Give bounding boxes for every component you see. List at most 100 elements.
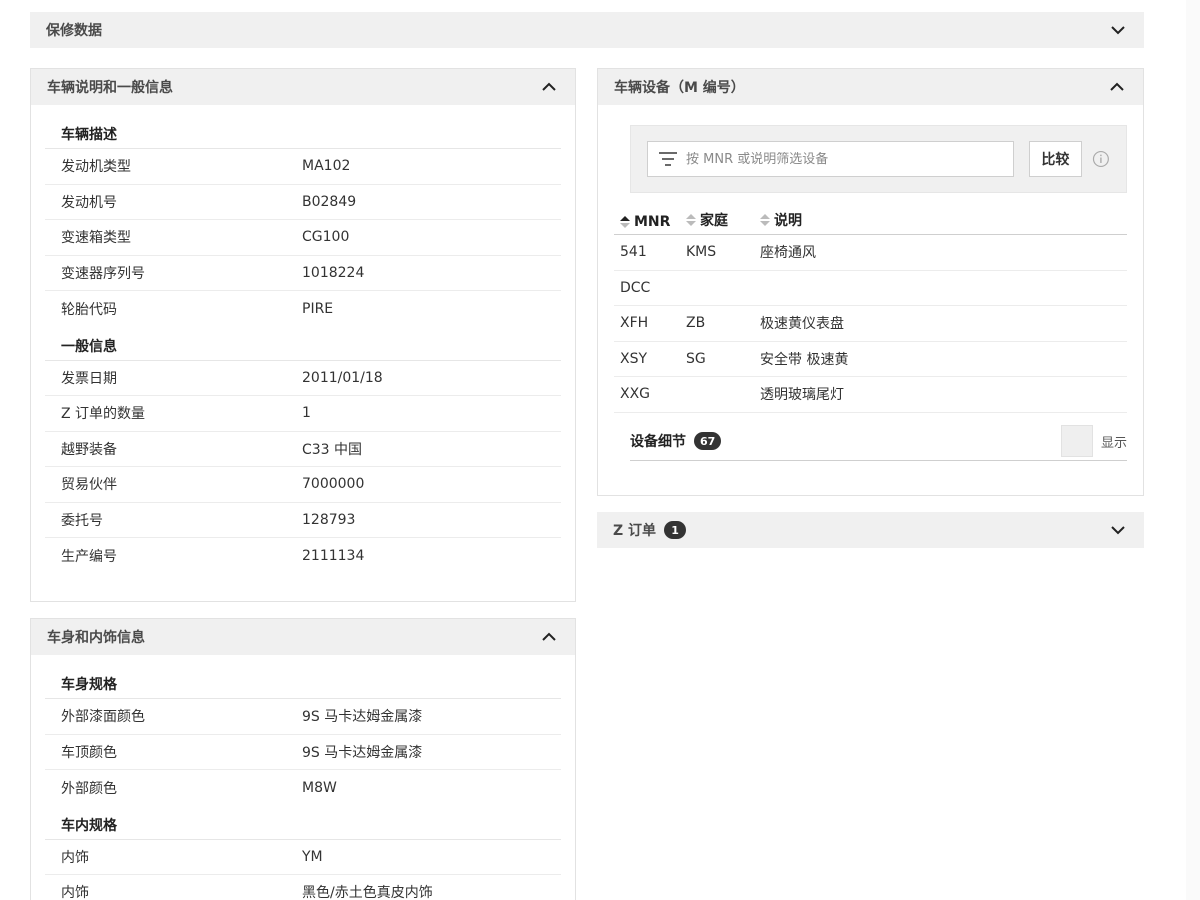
vehicle-description-title: 车辆说明和一般信息 [47,80,173,96]
cell-mnr: DCC [620,279,651,296]
column-label: 家庭 [700,213,728,229]
table-row[interactable]: DCC [614,271,1127,306]
info-row: 轮胎代码 PIRE [45,291,561,327]
info-key: Z 订单的数量 [61,406,146,423]
info-value: B02849 [302,193,357,210]
equipment-details-row: 设备细节 67 显示 [630,423,1127,461]
column-header-mnr[interactable]: MNR [614,214,686,230]
info-key: 轮胎代码 [61,301,117,318]
info-key: 变速箱类型 [61,230,131,247]
vehicle-equipment-header[interactable]: 车辆设备（M 编号） [598,69,1143,105]
info-row: 贸易伙伴 7000000 [45,467,561,503]
chevron-down-icon[interactable] [1108,20,1128,40]
show-toggle-group: 显示 [1060,425,1127,457]
cell-description: 极速黄仪表盘 [760,316,844,333]
compare-button[interactable]: 比较 [1028,141,1083,177]
body-interior-title: 车身和内饰信息 [47,630,145,646]
sort-icon [686,214,696,226]
equipment-filter-input[interactable] [686,151,1013,167]
info-row: 车顶颜色 9S 马卡达姆金属漆 [45,735,561,770]
page-scrollbar[interactable] [1186,0,1200,900]
info-key: 变速器序列号 [61,265,145,282]
cell-family: KMS [686,244,717,261]
info-key: 发动机类型 [61,159,131,176]
info-value: MA102 [302,158,351,175]
section-vehicle-description: 车辆描述 [45,121,561,149]
table-row[interactable]: XFH ZB 极速黄仪表盘 [614,306,1127,342]
cell-description: 安全带 极速黄 [760,351,849,368]
info-row: 委托号 128793 [45,503,561,538]
chevron-up-icon[interactable] [539,77,559,97]
body-interior-panel: 车身和内饰信息 车身规格 外部漆面颜色 9S 马卡达姆金属漆 车顶颜色 9S 马卡达… [30,618,576,900]
vehicle-equipment-title: 车辆设备（M 编号） [614,80,745,96]
chevron-down-icon[interactable] [1108,520,1128,540]
info-value: 7000000 [302,476,365,493]
info-key: 委托号 [61,512,103,529]
chevron-up-icon[interactable] [539,627,559,647]
z-orders-panel: Z 订单 1 [597,512,1144,548]
info-value: M8W [302,779,337,796]
info-value: 2111134 [302,547,365,564]
vehicle-description-header[interactable]: 车辆说明和一般信息 [31,69,575,105]
info-row: 外部漆面颜色 9S 马卡达姆金属漆 [45,699,561,735]
info-row: 变速箱类型 CG100 [45,220,561,256]
cell-mnr: XSY [620,350,648,367]
info-row: 外部颜色 M8W [45,770,561,806]
info-icon[interactable] [1092,150,1110,168]
info-key: 发动机号 [61,194,117,211]
warranty-title: 保修数据 [46,23,102,39]
info-key: 内饰 [61,849,89,866]
section-body-spec: 车身规格 [45,671,561,699]
cell-family: SG [686,350,706,367]
column-header-family[interactable]: 家庭 [686,210,760,230]
section-general-info: 一般信息 [45,333,561,361]
z-orders-header[interactable]: Z 订单 1 [597,512,1144,548]
column-header-description[interactable]: 说明 [760,210,1127,230]
equipment-details-label: 设备细节 [630,434,686,450]
info-key: 越野装备 [61,441,117,458]
info-key: 车顶颜色 [61,744,117,761]
info-key: 外部颜色 [61,780,117,797]
table-row[interactable]: XXG 透明玻璃尾灯 [614,377,1127,413]
equipment-table: MNR 家庭 说明 541 KMS 座椅通风 DCC XFH ZB 极速黄仪表盘 XSY… [614,209,1127,413]
sort-asc-icon [620,216,630,228]
info-row: 发动机类型 MA102 [45,149,561,185]
info-row: Z 订单的数量 1 [45,396,561,432]
info-value: 1018224 [302,264,365,281]
info-row: 发动机号 B02849 [45,185,561,220]
cell-description: 透明玻璃尾灯 [760,387,844,404]
info-key: 贸易伙伴 [61,477,117,494]
equipment-filter-field[interactable] [647,141,1014,177]
table-row[interactable]: XSY SG 安全带 极速黄 [614,342,1127,377]
info-row: 越野装备 C33 中国 [45,432,561,467]
equipment-details-label-group: 设备细节 67 [630,431,722,451]
vehicle-description-panel: 车辆说明和一般信息 车辆描述 发动机类型 MA102 发动机号 B02849 变速箱… [30,68,576,602]
info-value: 黑色/赤土色真皮内饰 [302,885,433,900]
info-value: 2011/01/18 [302,369,383,386]
warranty-header[interactable]: 保修数据 [30,12,1144,48]
info-value: YM [302,848,323,865]
info-row: 内饰 黑色/赤土色真皮内饰 [45,875,561,900]
equipment-filter-bar: 比较 [630,125,1127,193]
cell-mnr: 541 [620,244,647,261]
info-value: 9S 马卡达姆金属漆 [302,709,423,726]
info-key: 外部漆面颜色 [61,709,145,726]
info-value: 128793 [302,511,356,528]
section-interior-spec: 车内规格 [45,812,561,840]
show-details-toggle[interactable] [1060,425,1093,457]
cell-mnr: XXG [620,386,651,403]
chevron-up-icon[interactable] [1107,77,1127,97]
info-row: 发票日期 2011/01/18 [45,361,561,396]
info-value: 9S 马卡达姆金属漆 [302,744,423,761]
vehicle-equipment-panel: 车辆设备（M 编号） 比较 MNR 家庭 说明 541 KMS 座椅通风 DCC X… [597,68,1144,496]
show-label: 显示 [1100,435,1127,451]
z-orders-title: Z 订单 [613,523,657,539]
info-row: 生产编号 2111134 [45,538,561,574]
cell-mnr: XFH [620,315,649,332]
cell-description: 座椅通风 [760,245,816,262]
info-key: 生产编号 [61,548,117,565]
info-value: 1 [302,405,311,422]
table-row[interactable]: 541 KMS 座椅通风 [614,235,1127,271]
equipment-count-badge: 67 [694,432,722,450]
body-interior-header[interactable]: 车身和内饰信息 [31,619,575,655]
